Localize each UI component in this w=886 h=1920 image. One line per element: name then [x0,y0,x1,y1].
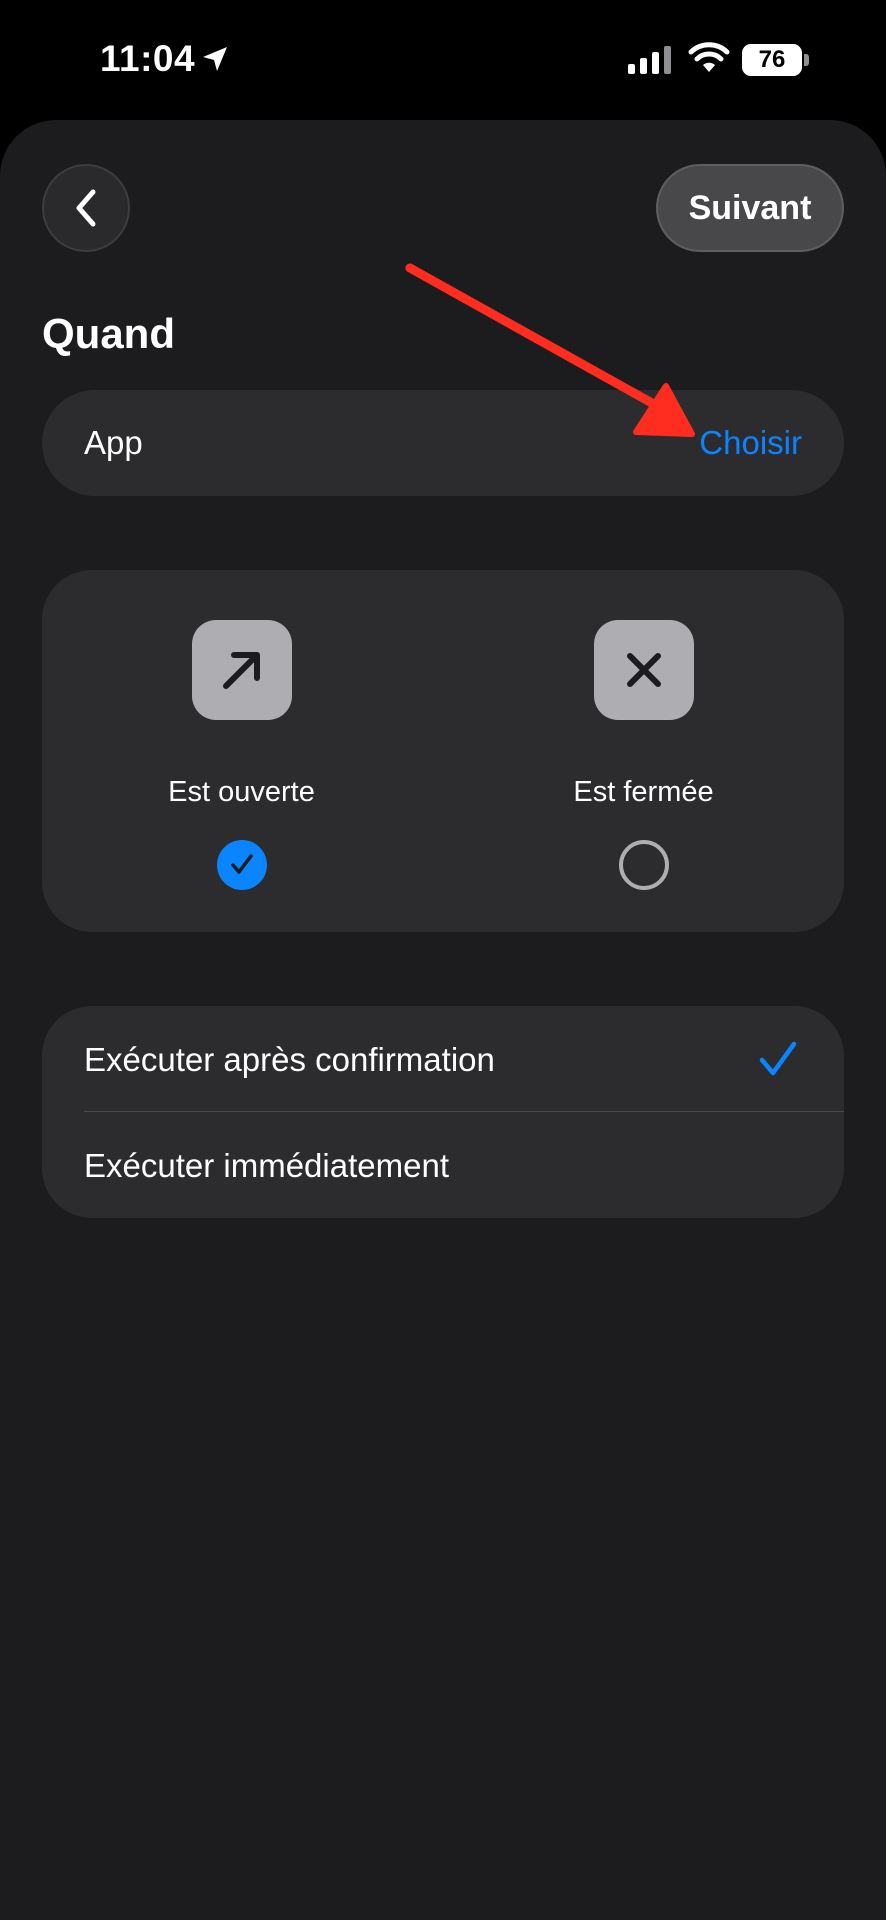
wifi-icon [688,42,730,72]
app-row[interactable]: App Choisir [42,390,844,496]
checkmark-icon [759,1041,797,1076]
chevron-left-icon [76,189,96,227]
status-bar: 11:04 76 [0,0,886,120]
option-label: Est fermée [573,776,714,808]
checkmark-icon [231,854,253,874]
trigger-options-card: Est ouverte Est fermée [42,570,844,932]
run-options-list: Exécuter après confirmation Exécuter imm… [42,1006,844,1218]
battery-cap [804,54,809,66]
arrow-up-right-icon [223,652,260,689]
location-arrow-icon [203,47,227,71]
section-title: Quand [42,310,175,357]
option-label: Est ouverte [168,776,315,808]
next-button[interactable]: Suivant [656,164,844,252]
run-option-label: Exécuter immédiatement [84,1147,449,1184]
option-is-opened[interactable]: Est ouverte [42,570,443,932]
option-is-closed[interactable]: Est fermée [443,570,844,932]
battery-level: 76 [758,46,786,73]
status-time: 11:04 [100,38,196,79]
radio-selected[interactable] [217,840,267,890]
list-item-run-after-confirmation[interactable]: Exécuter après confirmation [42,1006,844,1112]
option-icon-tile [192,620,292,720]
choose-app-link[interactable]: Choisir [699,424,802,462]
run-option-label: Exécuter après confirmation [84,1041,495,1078]
app-label: App [84,424,143,461]
xmark-icon [627,653,661,687]
battery-indicator: 76 [742,44,810,76]
option-icon-tile [594,620,694,720]
automation-sheet: Suivant Quand App Choisir Est ouverte Es… [0,120,886,1920]
back-button[interactable] [42,164,130,252]
cellular-signal-icon [628,46,671,74]
list-item-run-immediately[interactable]: Exécuter immédiatement [42,1112,844,1218]
radio-unselected[interactable] [619,840,669,890]
